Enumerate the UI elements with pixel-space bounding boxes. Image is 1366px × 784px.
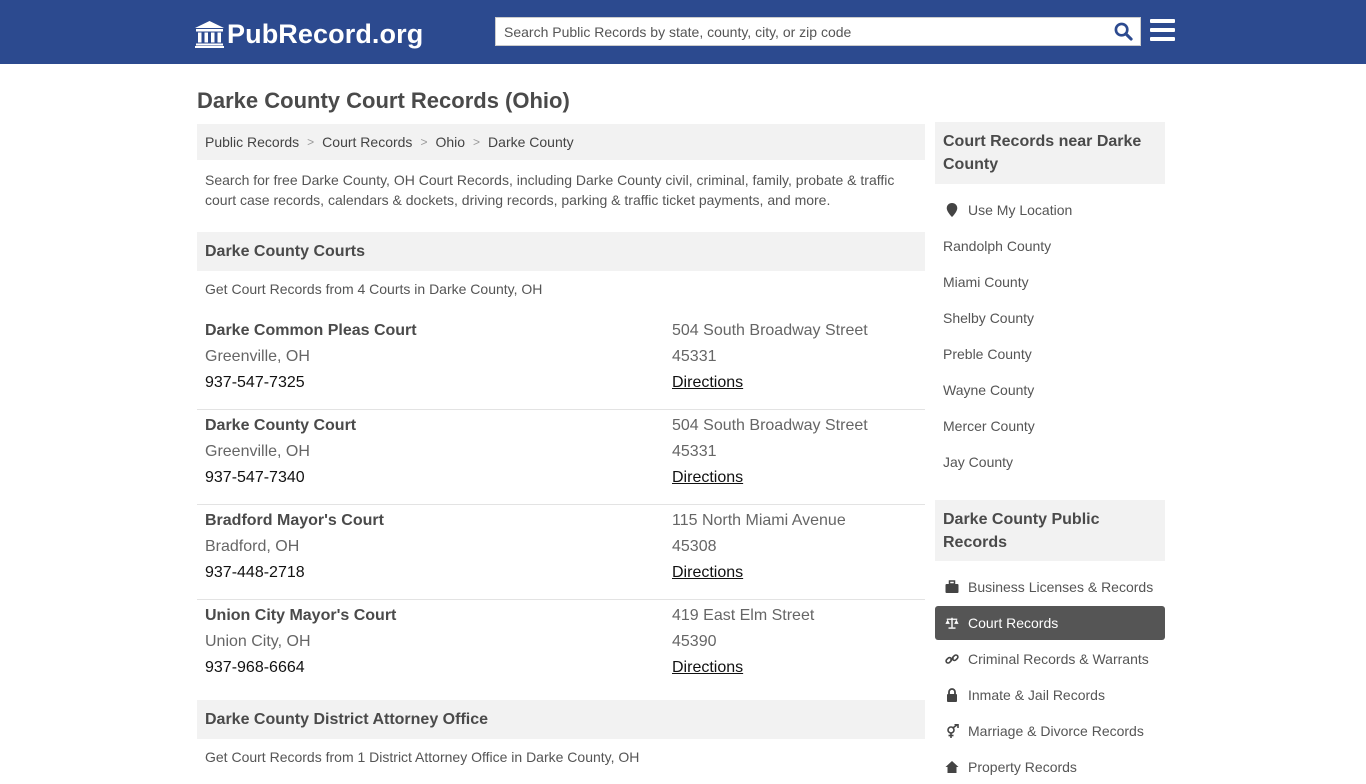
- directions-link[interactable]: Directions: [672, 659, 743, 677]
- courts-section-subtitle: Get Court Records from 4 Courts in Darke…: [205, 281, 543, 297]
- page-title: Darke County Court Records (Ohio): [197, 88, 570, 113]
- court-phone[interactable]: 937-547-7340: [205, 469, 305, 487]
- court-phone[interactable]: 937-448-2718: [205, 564, 305, 582]
- breadcrumb-separator: >: [420, 135, 428, 149]
- site-header: PubRecord.org: [0, 0, 1366, 64]
- directions-link[interactable]: Directions: [672, 374, 743, 392]
- court-listing: Darke Common Pleas Court Greenville, OH …: [197, 315, 925, 410]
- search-button[interactable]: [1106, 18, 1140, 45]
- court-phone[interactable]: 937-968-6664: [205, 659, 305, 677]
- use-my-location-link[interactable]: Use My Location: [935, 193, 1165, 227]
- sidebar-item-inmate-records[interactable]: Inmate & Jail Records: [935, 678, 1165, 712]
- court-listing: Darke County Court Greenville, OH 937-54…: [197, 410, 925, 505]
- nearby-county-link[interactable]: Jay County: [935, 445, 1165, 479]
- home-icon: [943, 759, 961, 775]
- site-logo[interactable]: PubRecord.org: [195, 17, 423, 51]
- link-icon: [943, 651, 961, 667]
- sidebar-item-marriage-divorce[interactable]: Marriage & Divorce Records: [935, 714, 1165, 748]
- da-section-subtitle: Get Court Records from 1 District Attorn…: [205, 749, 640, 765]
- briefcase-icon: [943, 579, 961, 595]
- search-input[interactable]: [496, 18, 1106, 45]
- court-name[interactable]: Union City Mayor's Court: [205, 607, 396, 625]
- nearby-county-link[interactable]: Wayne County: [935, 373, 1165, 407]
- court-address: 504 South Broadway Street: [672, 322, 868, 339]
- breadcrumb: Public Records > Court Records > Ohio > …: [197, 124, 925, 160]
- menu-bar-icon: [1150, 28, 1175, 32]
- directions-link[interactable]: Directions: [672, 564, 743, 582]
- sidebar-item-label: Business Licenses & Records: [968, 579, 1154, 595]
- hamburger-menu-button[interactable]: [1150, 19, 1175, 41]
- court-city: Bradford, OH: [205, 538, 300, 555]
- sidebar-item-label: Court Records: [968, 615, 1059, 631]
- scale-icon: [943, 615, 961, 631]
- breadcrumb-ohio[interactable]: Ohio: [435, 134, 465, 150]
- courts-section-heading: Darke County Courts: [197, 232, 925, 271]
- search-icon: [1114, 22, 1133, 41]
- search-bar: [495, 17, 1141, 46]
- gender-icon: [943, 723, 961, 739]
- court-address: 419 East Elm Street: [672, 607, 815, 624]
- court-listing: Union City Mayor's Court Union City, OH …: [197, 600, 925, 695]
- breadcrumb-separator: >: [307, 135, 315, 149]
- menu-bar-icon: [1150, 19, 1175, 23]
- da-section-heading: Darke County District Attorney Office: [197, 700, 925, 739]
- public-records-heading: Darke County Public Records: [935, 500, 1165, 561]
- breadcrumb-court-records[interactable]: Court Records: [322, 134, 412, 150]
- court-zip: 45308: [672, 538, 717, 555]
- court-address: 115 North Miami Avenue: [672, 512, 846, 529]
- court-zip: 45331: [672, 443, 717, 460]
- sidebar-item-property-records[interactable]: Property Records: [935, 750, 1165, 784]
- court-phone[interactable]: 937-547-7325: [205, 374, 305, 392]
- court-name[interactable]: Bradford Mayor's Court: [205, 512, 384, 530]
- map-marker-icon: [943, 202, 961, 218]
- breadcrumb-public-records[interactable]: Public Records: [205, 134, 299, 150]
- court-address: 504 South Broadway Street: [672, 417, 868, 434]
- nearby-county-link[interactable]: Randolph County: [935, 229, 1165, 263]
- sidebar-item-label: Criminal Records & Warrants: [968, 651, 1149, 667]
- sidebar-item-business-licenses[interactable]: Business Licenses & Records: [935, 570, 1165, 604]
- court-zip: 45331: [672, 348, 717, 365]
- intro-text: Search for free Darke County, OH Court R…: [205, 172, 895, 208]
- sidebar-item-criminal-records[interactable]: Criminal Records & Warrants: [935, 642, 1165, 676]
- directions-link[interactable]: Directions: [672, 469, 743, 487]
- court-name[interactable]: Darke County Court: [205, 417, 356, 435]
- nearby-county-link[interactable]: Mercer County: [935, 409, 1165, 443]
- sidebar-item-label: Marriage & Divorce Records: [968, 723, 1144, 739]
- menu-bar-icon: [1150, 37, 1175, 41]
- sidebar-item-label: Property Records: [968, 759, 1077, 775]
- court-name[interactable]: Darke Common Pleas Court: [205, 322, 417, 340]
- use-my-location-label: Use My Location: [968, 202, 1073, 218]
- nearby-county-link[interactable]: Preble County: [935, 337, 1165, 371]
- court-city: Union City, OH: [205, 633, 311, 650]
- sidebar-item-label: Inmate & Jail Records: [968, 687, 1105, 703]
- court-city: Greenville, OH: [205, 443, 310, 460]
- sidebar-item-court-records[interactable]: Court Records: [935, 606, 1165, 640]
- court-listing: Bradford Mayor's Court Bradford, OH 937-…: [197, 505, 925, 600]
- nearby-heading: Court Records near Darke County: [935, 122, 1165, 184]
- court-zip: 45390: [672, 633, 717, 650]
- breadcrumb-separator: >: [473, 135, 481, 149]
- court-city: Greenville, OH: [205, 348, 310, 365]
- courthouse-icon: [195, 20, 224, 48]
- logo-text: PubRecord.org: [227, 18, 424, 49]
- nearby-county-link[interactable]: Shelby County: [935, 301, 1165, 335]
- breadcrumb-darke-county[interactable]: Darke County: [488, 134, 574, 150]
- lock-icon: [943, 687, 961, 703]
- nearby-county-link[interactable]: Miami County: [935, 265, 1165, 299]
